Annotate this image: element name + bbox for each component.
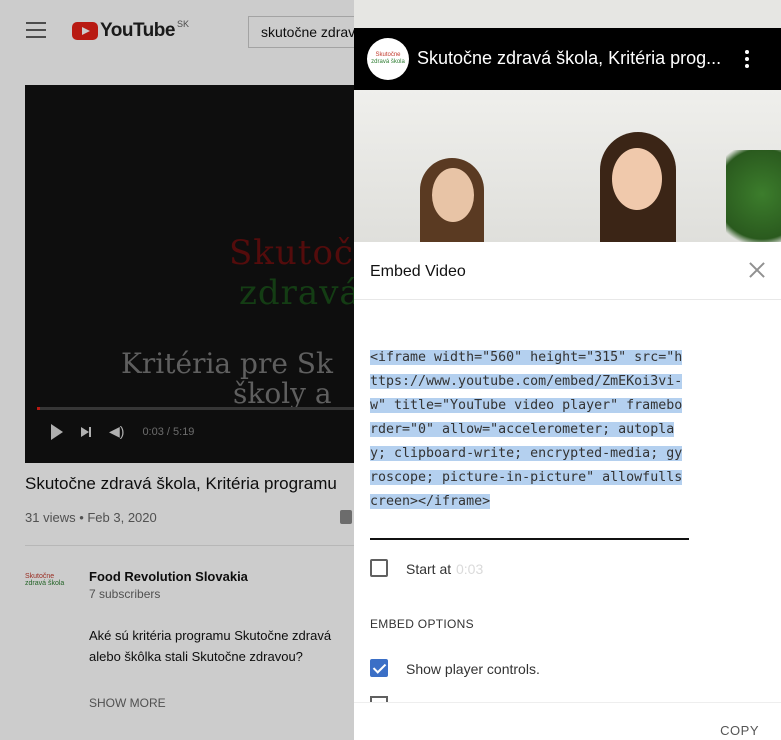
start-at-input[interactable]: 0:03 <box>456 561 483 577</box>
show-controls-label: Show player controls. <box>406 661 540 677</box>
embed-header: Embed Video <box>354 242 781 300</box>
embed-title: Embed Video <box>370 263 466 280</box>
video-preview: Skutočne zdravá škola Skutočne zdravá šk… <box>354 0 781 270</box>
preview-title: Skutočne zdravá škola, Kritéria prog... <box>417 48 722 68</box>
embed-panel: Skutočne zdravá škola Skutočne zdravá šk… <box>354 0 781 740</box>
textarea-underline <box>370 538 689 540</box>
channel-logo: Skutočne zdravá škola <box>367 38 409 80</box>
person-right-face <box>612 148 662 210</box>
panel-footer: COPY <box>354 702 781 740</box>
copy-button[interactable]: COPY <box>720 723 759 738</box>
preview-header: Skutočne zdravá škola Skutočne zdravá šk… <box>354 28 781 90</box>
logo-line1: Skutočne <box>375 52 401 58</box>
start-at-checkbox[interactable] <box>370 559 388 577</box>
embed-code[interactable]: <iframe width="560" height="315" src="ht… <box>370 350 683 509</box>
close-icon[interactable] <box>747 260 767 280</box>
show-controls-checkbox[interactable] <box>370 659 388 677</box>
kebab-menu-icon[interactable] <box>745 50 749 71</box>
logo-line2: zdravá škola <box>371 59 405 65</box>
embed-code-textarea[interactable]: <iframe width="560" height="315" src="ht… <box>370 346 690 514</box>
embed-options-heading: EMBED OPTIONS <box>370 617 474 631</box>
person-left-face <box>432 168 474 222</box>
start-at-label: Start at <box>406 561 452 577</box>
